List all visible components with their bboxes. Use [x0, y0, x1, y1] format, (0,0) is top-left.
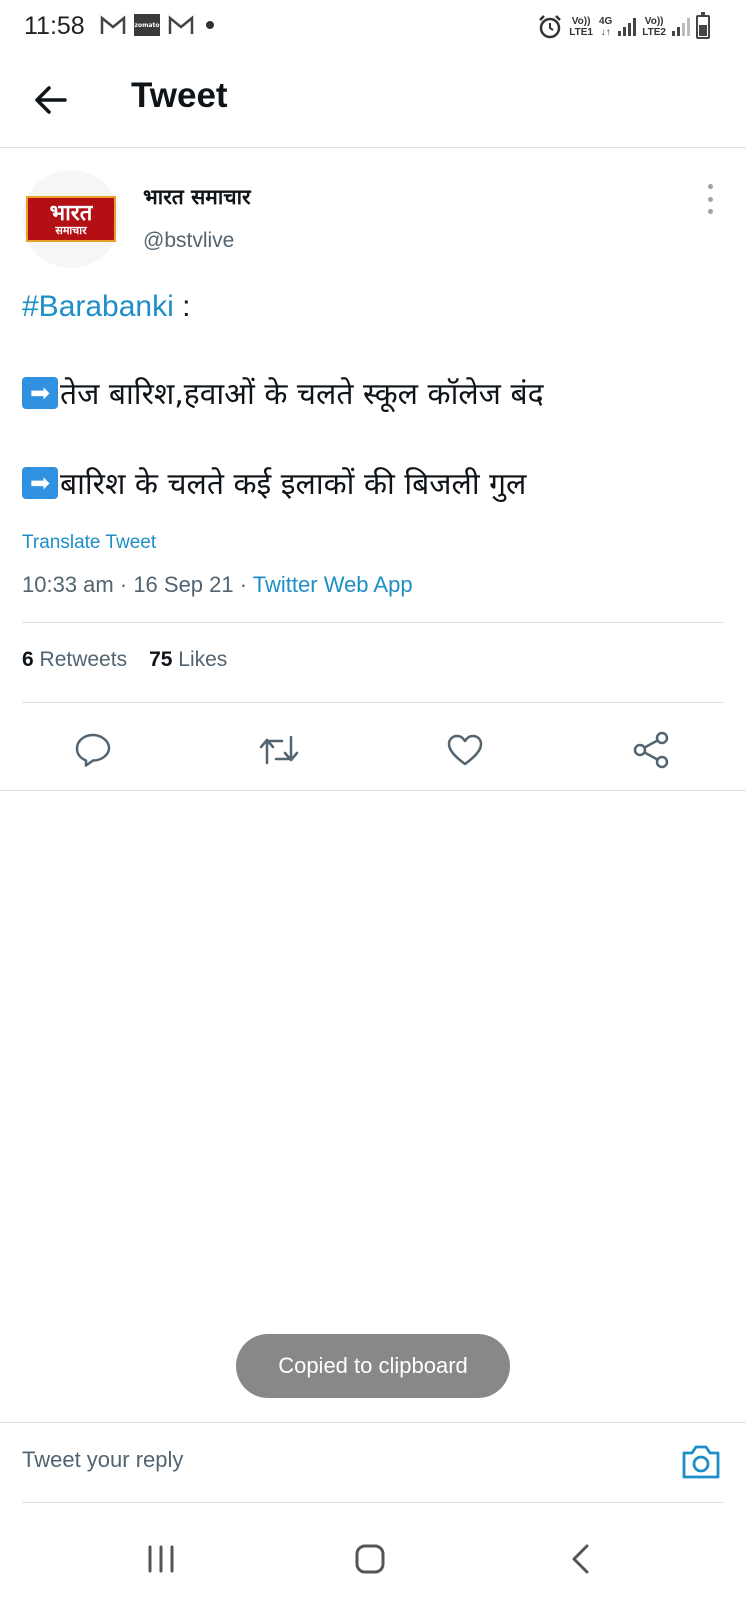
divider — [0, 790, 746, 791]
reply-bar: Tweet your reply — [0, 1422, 746, 1502]
tweet-actions-bar — [0, 725, 746, 775]
channel-logo: भारत समाचार — [26, 196, 116, 242]
translate-tweet-link[interactable]: Translate Tweet — [22, 532, 156, 554]
likes-stat[interactable]: 75 Likes — [149, 648, 227, 672]
tweet-time: 10:33 am — [22, 572, 114, 597]
reply-underline — [22, 1502, 724, 1503]
signal-strength-icon — [618, 18, 637, 36]
status-time: 11:58 — [24, 12, 85, 40]
source-app-link[interactable]: Twitter Web App — [253, 572, 413, 597]
sim1-indicator: Vo)) LTE1 — [569, 16, 593, 38]
camera-icon[interactable] — [680, 1441, 722, 1483]
right-arrow-emoji-icon: ➡ — [22, 466, 58, 499]
back-arrow-icon[interactable] — [28, 78, 72, 122]
tweet-text: तेज बारिश,हवाओं के चलते स्कूल कॉलेज बंद — [60, 377, 544, 412]
more-vertical-icon[interactable] — [696, 184, 724, 214]
gmail-icon — [168, 15, 194, 34]
share-icon[interactable] — [626, 725, 676, 775]
heart-icon[interactable] — [440, 725, 490, 775]
toast-message: Copied to clipboard — [236, 1334, 510, 1398]
notification-icons: zomato — [100, 14, 214, 36]
author-display-name[interactable]: भारत समाचार — [143, 183, 251, 211]
top-app-bar: Tweet — [0, 56, 746, 148]
sim2-indicator: Vo)) LTE2 — [642, 16, 666, 38]
back-nav-icon[interactable] — [550, 1534, 610, 1584]
engagement-stats: 6 Retweets 75 Likes — [22, 648, 227, 672]
reply-icon[interactable] — [68, 725, 118, 775]
signal-strength-icon — [672, 18, 690, 36]
battery-icon — [696, 12, 710, 39]
author-handle[interactable]: @bstvlive — [143, 229, 234, 253]
notification-dot-icon — [206, 21, 214, 29]
avatar[interactable]: भारत समाचार — [22, 170, 120, 268]
network-type-indicator: 4G ↓↑ — [598, 16, 613, 38]
right-arrow-emoji-icon: ➡ — [22, 376, 58, 409]
zomato-icon: zomato — [134, 14, 160, 36]
tweet-hashtag-line: #Barabanki : — [22, 290, 191, 323]
retweet-icon[interactable] — [254, 725, 304, 775]
system-nav-bar — [0, 1520, 746, 1600]
tweet-metadata: 10:33 am · 16 Sep 21 · Twitter Web App — [22, 572, 413, 597]
recent-apps-icon[interactable] — [131, 1534, 191, 1584]
hashtag-link[interactable]: #Barabanki — [22, 290, 174, 323]
alarm-icon — [539, 15, 562, 39]
page-title: Tweet — [131, 76, 228, 115]
divider — [22, 622, 724, 623]
tweet-text-line: ➡ तेज बारिश,हवाओं के चलते स्कूल कॉलेज बं… — [22, 372, 544, 413]
tweet-text: बारिश के चलते कई इलाकों की बिजली गुल — [60, 467, 527, 502]
status-bar: 11:58 zomato Vo)) LTE1 4G ↓↑ Vo)) LTE2 — [0, 0, 746, 56]
home-icon[interactable] — [340, 1534, 400, 1584]
system-indicators: Vo)) LTE1 4G ↓↑ Vo)) LTE2 — [537, 12, 710, 40]
tweet-text-line: ➡ बारिश के चलते कई इलाकों की बिजली गुल — [22, 462, 526, 503]
reply-input[interactable]: Tweet your reply — [22, 1447, 183, 1473]
tweet-date: 16 Sep 21 — [133, 572, 234, 597]
divider — [22, 702, 724, 703]
retweets-stat[interactable]: 6 Retweets — [22, 648, 127, 672]
gmail-icon — [100, 15, 126, 34]
